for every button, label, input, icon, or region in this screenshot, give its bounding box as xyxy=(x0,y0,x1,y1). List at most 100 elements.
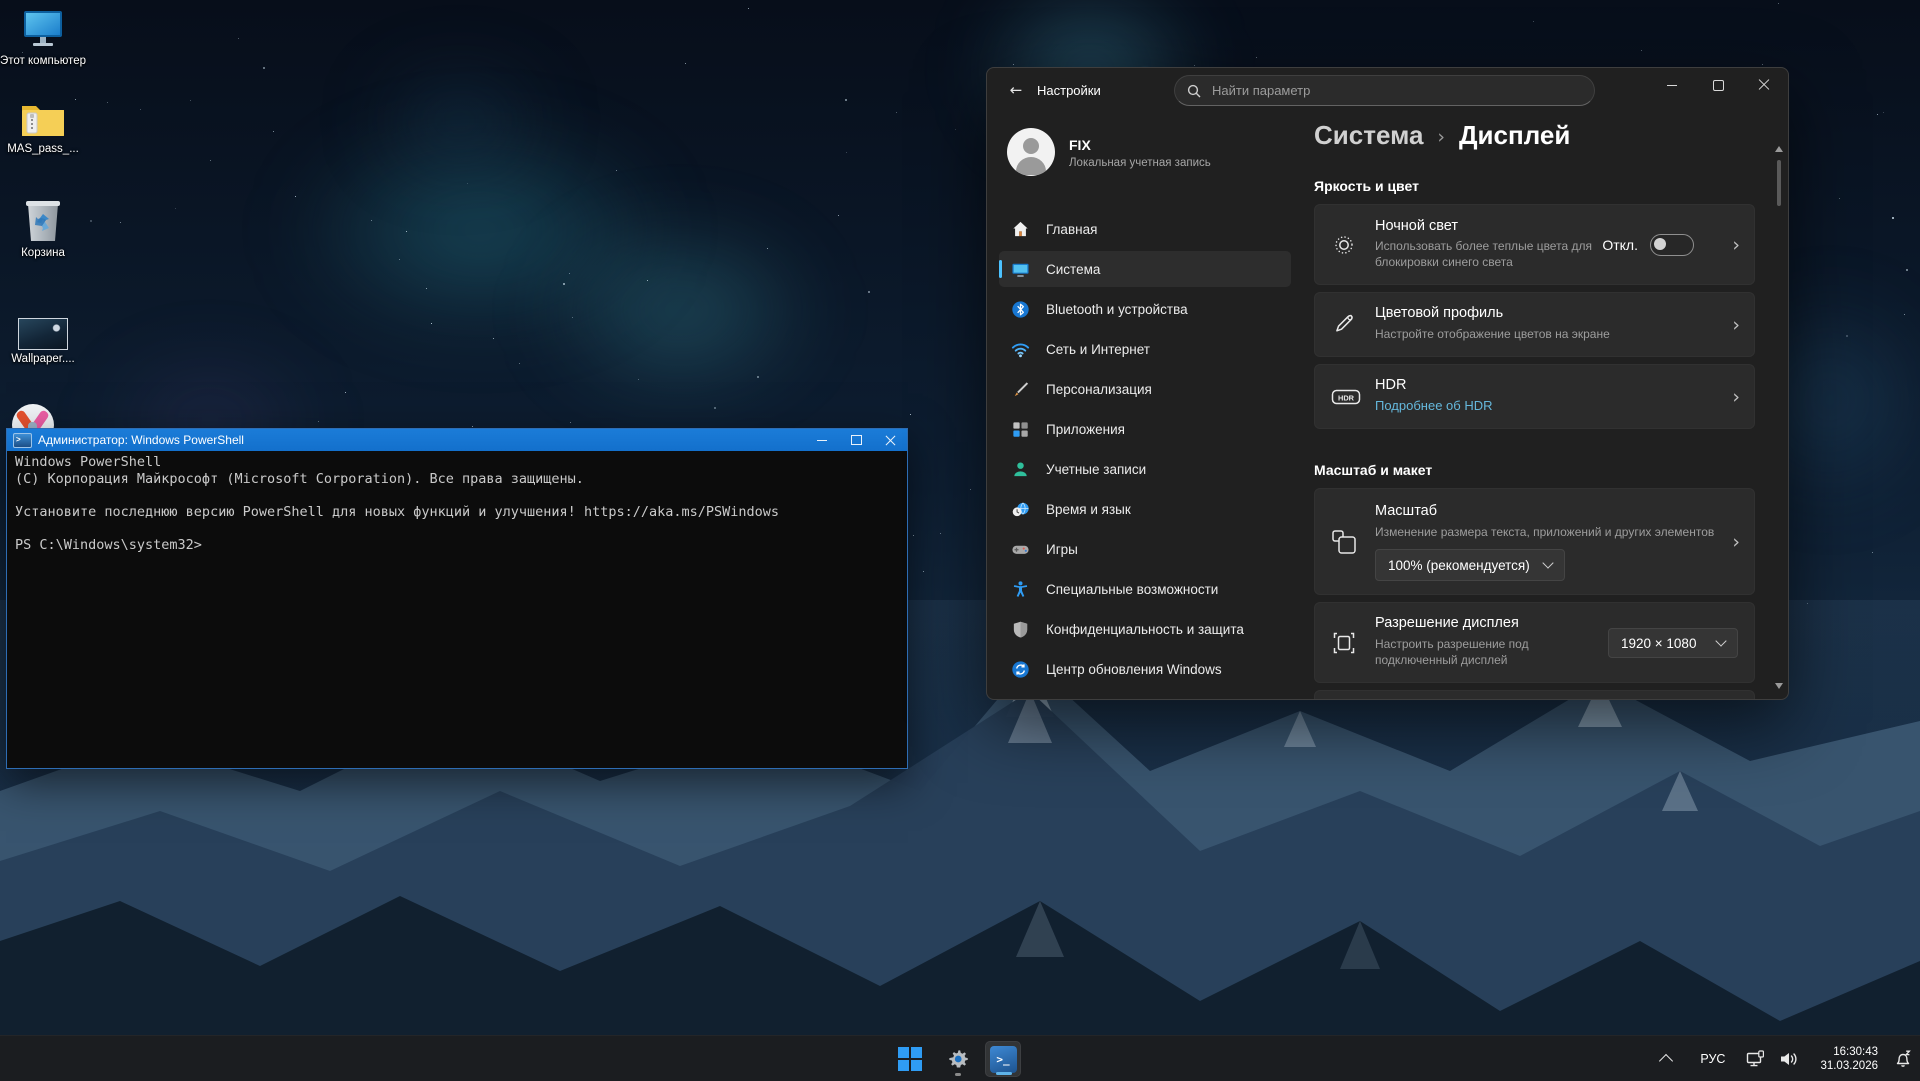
sidebar-item-time-language[interactable]: Время и язык xyxy=(999,491,1291,527)
minimize-button[interactable] xyxy=(1649,69,1695,101)
scrollbar[interactable] xyxy=(1773,146,1785,206)
scroll-down-arrow-icon[interactable] xyxy=(1775,683,1783,689)
desktop-icon-this-pc[interactable]: Этот компьютер xyxy=(0,8,86,68)
system-tray: РУС 16:30:43 31.03.2026 xyxy=(1654,1036,1920,1081)
back-button[interactable]: ← xyxy=(1003,78,1029,102)
volume-button[interactable] xyxy=(1779,1050,1799,1068)
star xyxy=(1846,335,1848,337)
star xyxy=(1641,50,1642,51)
chevron-right-icon: › xyxy=(1732,531,1740,553)
desktop-icon-zip-folder[interactable]: MAS_pass_... xyxy=(0,100,86,156)
desktop-icon-label: Корзина xyxy=(0,247,86,260)
star xyxy=(940,533,941,534)
language-indicator[interactable]: РУС xyxy=(1700,1052,1725,1066)
chevron-down-icon xyxy=(1542,557,1553,568)
console-line xyxy=(15,520,899,537)
sidebar-item-personalization[interactable]: Персонализация xyxy=(999,371,1291,407)
scrollbar-thumb[interactable] xyxy=(1777,160,1781,206)
taskbar-settings-button[interactable] xyxy=(940,1041,976,1077)
resolution-card[interactable]: Разрешение дисплея Настроить разрешение … xyxy=(1314,602,1755,683)
user-account-card[interactable]: FIX Локальная учетная запись xyxy=(1007,128,1287,180)
close-button[interactable] xyxy=(1741,69,1787,101)
sidebar-item-accessibility[interactable]: Специальные возможности xyxy=(999,571,1291,607)
star xyxy=(616,170,617,171)
star xyxy=(1906,269,1908,271)
console-line: Установите последнюю версию PowerShell д… xyxy=(15,504,899,521)
night-light-card[interactable]: Ночной свет Использовать более теплые цв… xyxy=(1314,204,1755,285)
tray-overflow-button[interactable] xyxy=(1661,1052,1671,1066)
sidebar-item-label: Специальные возможности xyxy=(1046,582,1218,597)
sidebar-item-system[interactable]: Система xyxy=(999,251,1291,287)
maximize-button[interactable] xyxy=(1695,69,1741,101)
clock-globe-icon xyxy=(1011,500,1030,519)
sidebar-item-windows-update[interactable]: Центр обновления Windows xyxy=(999,651,1291,687)
star xyxy=(868,291,870,293)
night-light-icon xyxy=(1331,232,1357,258)
sidebar-item-label: Персонализация xyxy=(1046,382,1152,397)
hdr-card[interactable]: HDR HDR Подробнее об HDR › xyxy=(1314,364,1755,429)
scale-value: 100% (рекомендуется) xyxy=(1388,558,1530,573)
desktop-icon-wallpaper-file[interactable]: Wallpaper.... xyxy=(0,318,86,366)
star xyxy=(406,231,407,232)
star xyxy=(1256,57,1257,58)
system-icon xyxy=(1011,260,1030,279)
network-button[interactable] xyxy=(1746,1050,1765,1068)
star xyxy=(923,571,924,572)
sidebar-item-accounts[interactable]: Учетные записи xyxy=(999,451,1291,487)
star xyxy=(638,379,639,380)
section-scale-layout: Масштаб и макет xyxy=(1314,462,1432,478)
speaker-icon xyxy=(1779,1050,1799,1068)
scale-card[interactable]: Масштаб Изменение размера текста, прилож… xyxy=(1314,488,1755,595)
color-profile-card[interactable]: Цветовой профиль Настройте отображение ц… xyxy=(1314,292,1755,357)
powershell-titlebar[interactable]: > Администратор: Windows PowerShell xyxy=(7,429,907,451)
desktop-icon-recycle-bin[interactable]: Корзина xyxy=(0,198,86,260)
sidebar-item-gaming[interactable]: Игры xyxy=(999,531,1291,567)
windows-logo-icon xyxy=(898,1047,922,1071)
sidebar-item-label: Приложения xyxy=(1046,422,1125,437)
resolution-icon xyxy=(1331,630,1357,656)
maximize-button[interactable] xyxy=(839,429,873,451)
hdr-icon: HDR xyxy=(1331,384,1361,410)
hdr-learn-more-link[interactable]: Подробнее об HDR xyxy=(1375,398,1492,413)
star xyxy=(896,112,897,113)
ethernet-icon xyxy=(1746,1050,1765,1068)
sidebar-item-network[interactable]: Сеть и Интернет xyxy=(999,331,1291,367)
breadcrumb-parent[interactable]: Система xyxy=(1314,120,1423,151)
start-button[interactable] xyxy=(892,1041,928,1077)
notifications-button[interactable] xyxy=(1893,1049,1913,1069)
star xyxy=(1778,3,1779,4)
sidebar-item-label: Bluetooth и устройства xyxy=(1046,302,1188,317)
night-light-toggle[interactable] xyxy=(1650,234,1694,256)
search-input[interactable] xyxy=(1210,82,1582,99)
desktop-icon-label: Wallpaper.... xyxy=(0,353,86,366)
taskbar-powershell-button[interactable]: >_ xyxy=(985,1041,1021,1077)
sidebar-item-bluetooth[interactable]: Bluetooth и устройства xyxy=(999,291,1291,327)
chevron-right-icon: › xyxy=(1732,234,1740,256)
resolution-dropdown[interactable]: 1920 × 1080 xyxy=(1608,628,1738,658)
console-line: (C) Корпорация Майкрософт (Microsoft Cor… xyxy=(15,471,899,488)
star xyxy=(572,317,573,318)
tray-date: 31.03.2026 xyxy=(1820,1059,1878,1073)
gamepad-icon xyxy=(1011,540,1030,559)
settings-search-box[interactable] xyxy=(1174,75,1595,106)
star xyxy=(846,152,847,153)
resolution-value: 1920 × 1080 xyxy=(1621,636,1696,651)
scale-dropdown[interactable]: 100% (рекомендуется) xyxy=(1375,549,1565,581)
powershell-console[interactable]: Windows PowerShell (C) Корпорация Майкро… xyxy=(7,451,907,554)
star xyxy=(748,8,749,9)
accessibility-icon xyxy=(1011,580,1030,599)
scroll-up-arrow-icon[interactable] xyxy=(1775,146,1783,152)
minimize-icon xyxy=(1667,85,1677,86)
sidebar-item-privacy[interactable]: Конфиденциальность и защита xyxy=(999,611,1291,647)
minimize-button[interactable] xyxy=(805,429,839,451)
taskbar-clock[interactable]: 16:30:43 31.03.2026 xyxy=(1820,1045,1878,1073)
sidebar-item-home[interactable]: Главная xyxy=(999,211,1291,247)
breadcrumb-separator-icon: › xyxy=(1437,126,1445,148)
toggle-state-label: Откл. xyxy=(1602,237,1638,253)
partial-card[interactable] xyxy=(1314,690,1755,700)
selected-accent-bar xyxy=(999,260,1002,278)
close-button[interactable] xyxy=(873,429,907,451)
settings-window: ← Настройки FIX Локальная учетная запись xyxy=(986,67,1789,700)
sidebar-item-apps[interactable]: Приложения xyxy=(999,411,1291,447)
star xyxy=(120,222,121,223)
